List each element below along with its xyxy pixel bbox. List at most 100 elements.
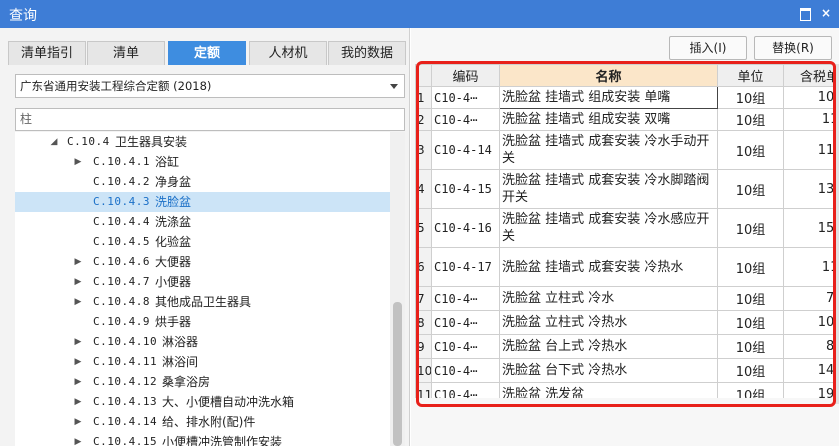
tree-item[interactable]: ▶ C.10.4.6 大便器: [15, 252, 390, 272]
price-cell[interactable]: 1080.: [783, 310, 839, 335]
tree-item[interactable]: ▶ C.10.4.8 其他成品卫生器具: [15, 292, 390, 312]
table-row[interactable]: 9C10-4⋯洗脸盆 台上式 冷热水10组834.: [415, 334, 839, 359]
maximize-icon[interactable]: [798, 6, 812, 21]
grid-header-price[interactable]: 含税单: [783, 64, 839, 87]
unit-cell[interactable]: 10组: [717, 247, 784, 287]
unit-cell[interactable]: 10组: [717, 358, 784, 383]
unit-cell[interactable]: 10组: [717, 169, 784, 209]
insert-button[interactable]: 插入(I): [669, 36, 747, 60]
row-number[interactable]: 1: [415, 86, 432, 109]
row-number[interactable]: 2: [415, 108, 432, 131]
tree-item[interactable]: ▶ C.10.4.12 桑拿浴房: [15, 372, 390, 392]
row-number[interactable]: 11: [415, 382, 432, 398]
unit-cell[interactable]: 10组: [717, 208, 784, 248]
expand-arrow-icon[interactable]: ▶: [73, 412, 83, 432]
grid-scrollbar[interactable]: [834, 64, 839, 404]
unit-cell[interactable]: 10组: [717, 334, 784, 359]
expand-arrow-icon[interactable]: ▶: [73, 332, 83, 352]
price-cell[interactable]: 834.: [783, 334, 839, 359]
unit-cell[interactable]: 10组: [717, 310, 784, 335]
price-cell[interactable]: 1198: [783, 247, 839, 287]
quota-code-cell[interactable]: C10-4⋯: [431, 334, 500, 359]
grid-header-unit[interactable]: 单位: [717, 64, 784, 87]
tree-item[interactable]: C.10.4.2 净身盆: [15, 172, 390, 192]
expand-arrow-icon[interactable]: ▶: [73, 372, 83, 392]
table-row[interactable]: 7C10-4⋯洗脸盆 立柱式 冷水10组786.: [415, 286, 839, 311]
price-cell[interactable]: 1102: [783, 108, 839, 131]
row-number[interactable]: 8: [415, 310, 432, 335]
tree-item[interactable]: ▶ C.10.4.13 大、小便槽自动冲洗水箱: [15, 392, 390, 412]
table-row[interactable]: 8C10-4⋯洗脸盆 立柱式 冷热水10组1080.: [415, 310, 839, 335]
table-row[interactable]: 2C10-4⋯洗脸盆 挂墙式 组成安装 双嘴10组1102: [415, 108, 839, 131]
quota-name-cell[interactable]: 洗脸盆 挂墙式 组成安装 双嘴: [499, 108, 718, 131]
price-cell[interactable]: 786.: [783, 286, 839, 311]
quota-name-cell[interactable]: 洗脸盆 立柱式 冷水: [499, 286, 718, 311]
replace-button[interactable]: 替换(R): [754, 36, 832, 60]
quota-name-cell[interactable]: 洗脸盆 台上式 冷热水: [499, 334, 718, 359]
quota-code-cell[interactable]: C10-4⋯: [431, 86, 500, 109]
expand-arrow-icon[interactable]: ▶: [73, 272, 83, 292]
unit-cell[interactable]: 10组: [717, 130, 784, 170]
table-row[interactable]: 6C10-4-17洗脸盆 挂墙式 成套安装 冷热水10组1198: [415, 247, 839, 287]
row-number[interactable]: 4: [415, 169, 432, 209]
quota-name-cell[interactable]: 洗脸盆 挂墙式 成套安装 冷热水: [499, 247, 718, 287]
row-number[interactable]: 3: [415, 130, 432, 170]
table-row[interactable]: 1C10-4⋯洗脸盆 挂墙式 组成安装 单嘴10组1050.: [415, 86, 839, 109]
expand-arrow-icon[interactable]: ▶: [73, 292, 83, 312]
quota-code-cell[interactable]: C10-4⋯: [431, 358, 500, 383]
price-cell[interactable]: 1132.: [783, 130, 839, 170]
tree-item[interactable]: C.10.4.9 烘手器: [15, 312, 390, 332]
tab-labor-materials[interactable]: 人材机: [249, 41, 327, 65]
table-row[interactable]: 10C10-4⋯洗脸盆 台下式 冷热水10组1405.: [415, 358, 839, 383]
table-row[interactable]: 4C10-4-15洗脸盆 挂墙式 成套安装 冷水脚踏阀开关10组1371.: [415, 169, 839, 209]
quota-name-cell[interactable]: 洗脸盆 台下式 冷热水: [499, 358, 718, 383]
price-cell[interactable]: 1050.: [783, 86, 839, 109]
tree-item[interactable]: C.10.4.3 洗脸盆: [15, 192, 390, 212]
grid-header-name[interactable]: 名称: [499, 64, 718, 87]
expand-arrow-icon[interactable]: ▶: [73, 392, 83, 412]
row-number[interactable]: 9: [415, 334, 432, 359]
expand-arrow-icon[interactable]: ▶: [73, 152, 83, 172]
row-number[interactable]: 6: [415, 247, 432, 287]
tab-my-data[interactable]: 我的数据: [328, 41, 406, 65]
tab-bill[interactable]: 清单: [87, 41, 165, 65]
tab-bill-guide[interactable]: 清单指引: [8, 41, 86, 65]
tree-item[interactable]: ▶ C.10.4.10 淋浴器: [15, 332, 390, 352]
price-cell[interactable]: 1914.: [783, 382, 839, 398]
table-row[interactable]: 5C10-4-16洗脸盆 挂墙式 成套安装 冷水感应开关10组1524.: [415, 208, 839, 248]
unit-cell[interactable]: 10组: [717, 108, 784, 131]
tree-item[interactable]: ◢ C.10.4 卫生器具安装: [15, 132, 390, 152]
expand-arrow-icon[interactable]: ▶: [73, 432, 83, 446]
unit-cell[interactable]: 10组: [717, 286, 784, 311]
quota-code-cell[interactable]: C10-4⋯: [431, 108, 500, 131]
quota-code-cell[interactable]: C10-4-17: [431, 247, 500, 287]
tree-item[interactable]: C.10.4.5 化验盆: [15, 232, 390, 252]
tree-item[interactable]: ▶ C.10.4.15 小便槽冲洗管制作安装: [15, 432, 390, 446]
tree-item[interactable]: C.10.4.4 洗涤盆: [15, 212, 390, 232]
grid-header-code[interactable]: 编码: [431, 64, 500, 87]
quota-code-cell[interactable]: C10-4⋯: [431, 382, 500, 398]
price-cell[interactable]: 1405.: [783, 358, 839, 383]
quota-name-cell[interactable]: 洗脸盆 挂墙式 成套安装 冷水手动开关: [499, 130, 718, 170]
tree-scrollbar-thumb[interactable]: [393, 302, 402, 446]
quota-name-cell[interactable]: 洗脸盆 挂墙式 成套安装 冷水脚踏阀开关: [499, 169, 718, 209]
table-row[interactable]: 11C10-4⋯洗脸盆 洗发盆10组1914.: [415, 382, 839, 398]
table-row[interactable]: 3C10-4-14洗脸盆 挂墙式 成套安装 冷水手动开关10组1132.: [415, 130, 839, 170]
tree-scrollbar[interactable]: [390, 132, 405, 446]
price-cell[interactable]: 1371.: [783, 169, 839, 209]
tree-item[interactable]: ▶ C.10.4.7 小便器: [15, 272, 390, 292]
quota-library-select[interactable]: 广东省通用安装工程综合定额 (2018): [15, 74, 405, 98]
expand-arrow-icon[interactable]: ▶: [73, 252, 83, 272]
quota-name-cell[interactable]: 洗脸盆 立柱式 冷热水: [499, 310, 718, 335]
row-number[interactable]: 7: [415, 286, 432, 311]
filter-input[interactable]: 柱: [15, 108, 405, 131]
row-number[interactable]: 10: [415, 358, 432, 383]
quota-code-cell[interactable]: C10-4⋯: [431, 286, 500, 311]
quota-name-cell[interactable]: 洗脸盆 挂墙式 成套安装 冷水感应开关: [499, 208, 718, 248]
tab-quota[interactable]: 定额: [168, 41, 246, 65]
quota-code-cell[interactable]: C10-4-14: [431, 130, 500, 170]
tree-item[interactable]: ▶ C.10.4.11 淋浴间: [15, 352, 390, 372]
unit-cell[interactable]: 10组: [717, 382, 784, 398]
close-icon[interactable]: ×: [819, 6, 833, 20]
tree-item[interactable]: ▶ C.10.4.14 给、排水附(配)件: [15, 412, 390, 432]
